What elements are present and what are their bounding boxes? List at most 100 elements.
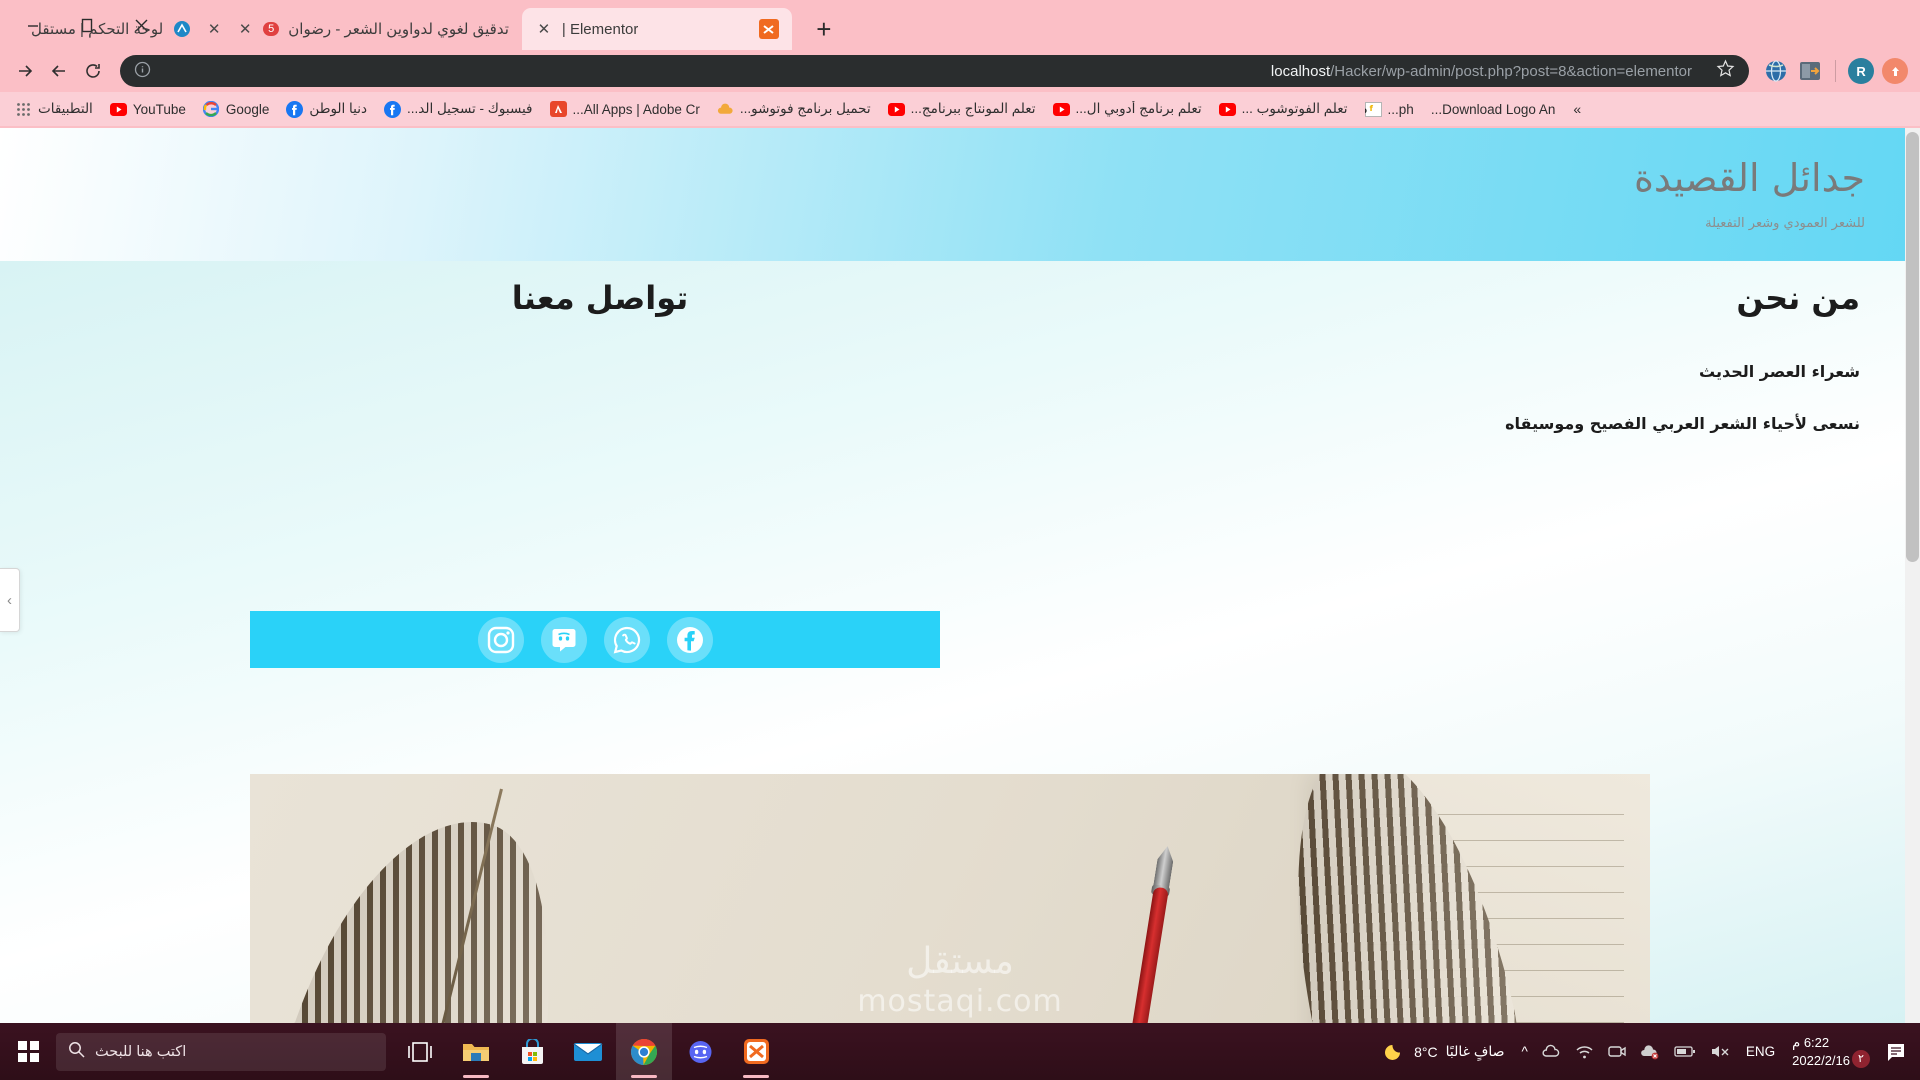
page-viewport: جدائل القصيدة للشعر العمودي وشعر التفعيل… bbox=[0, 128, 1920, 1023]
taskbar-clock[interactable]: 6:22 م 2022/2/16 bbox=[1782, 1023, 1860, 1080]
bookmark-youtube[interactable]: YouTube bbox=[103, 98, 193, 121]
notification-badge: ٢ bbox=[1852, 1049, 1870, 1068]
chrome-icon[interactable] bbox=[616, 1023, 672, 1080]
chrome-browser-window: لوحة التحكم | مستقل ✕ تدقيق لغوي لدواوين… bbox=[0, 0, 1920, 1023]
onedrive-icon[interactable] bbox=[1535, 1023, 1568, 1080]
clock-date: 2022/2/16 bbox=[1792, 1052, 1850, 1068]
microsoft-store-icon[interactable] bbox=[504, 1023, 560, 1080]
volume-muted-icon[interactable] bbox=[1703, 1023, 1739, 1080]
facebook-icon[interactable] bbox=[666, 616, 713, 663]
bookmark-dunia-alwatan[interactable]: دنيا الوطن bbox=[279, 98, 374, 121]
tab-title: Elementor | bbox=[561, 20, 639, 38]
start-button[interactable] bbox=[0, 1023, 56, 1080]
bookmark-google[interactable]: Google bbox=[196, 98, 277, 121]
notification-center-button[interactable]: ٢ bbox=[1852, 1023, 1920, 1080]
tab-mostaql-dashboard[interactable]: لوحة التحكم | مستقل bbox=[18, 8, 205, 50]
bookmark-adobe-tutorial[interactable]: تعلم برنامج أدوبي ال... bbox=[1046, 98, 1209, 121]
wifi-icon[interactable] bbox=[1568, 1023, 1601, 1080]
bookmark-ph[interactable]: pf ph... bbox=[1358, 98, 1421, 121]
address-bar[interactable]: localhost/Hacker/wp-admin/post.php?post=… bbox=[120, 55, 1749, 87]
page-info-icon[interactable] bbox=[134, 61, 151, 82]
tab-taswiq-article[interactable]: تدقيق لغوي لدواوين الشعر - رضوان 5 ✕ bbox=[223, 8, 522, 50]
url-host: localhost bbox=[1270, 62, 1331, 80]
whatsapp-icon[interactable] bbox=[603, 616, 650, 663]
bookmark-photoshop-download[interactable]: تحميل برنامج فوتوشو... bbox=[710, 98, 878, 121]
google-icon bbox=[203, 101, 220, 118]
battery-icon[interactable] bbox=[1667, 1023, 1703, 1080]
bookmark-label: ph... bbox=[1387, 101, 1414, 117]
moon-icon bbox=[1384, 1039, 1406, 1064]
bookmark-label: التطبيقات bbox=[38, 101, 93, 116]
bookmark-label: تعلم الفوتوشوب ... bbox=[1241, 101, 1348, 116]
instagram-icon[interactable] bbox=[477, 616, 524, 663]
mail-icon[interactable] bbox=[560, 1023, 616, 1080]
page-scrollbar-track[interactable] bbox=[1905, 128, 1920, 1023]
translate-extension-icon[interactable] bbox=[1795, 56, 1825, 86]
about-line-1: شعراء العصر الحديث bbox=[1699, 362, 1860, 381]
facebook-icon bbox=[286, 100, 304, 118]
tab-badge: 5 bbox=[263, 22, 280, 36]
xampp-icon[interactable] bbox=[728, 1023, 784, 1080]
file-explorer-icon[interactable] bbox=[448, 1023, 504, 1080]
page-title: جدائل القصيدة bbox=[1633, 156, 1865, 200]
page-content: من نحن شعراء العصر الحديث نسعى لأحياء ال… bbox=[0, 261, 1920, 1023]
elementor-panel-handle[interactable]: › bbox=[0, 568, 20, 632]
bookmark-label: All Apps | Adobe Cr... bbox=[572, 101, 700, 117]
cloud-sync-icon[interactable] bbox=[1633, 1023, 1667, 1080]
windows-logo-icon bbox=[17, 1041, 39, 1062]
url-text: localhost/Hacker/wp-admin/post.php?post=… bbox=[161, 63, 1706, 80]
about-heading: من نحن bbox=[1736, 279, 1860, 317]
svg-text:f: f bbox=[1369, 104, 1373, 113]
tab-close-icon[interactable]: ✕ bbox=[535, 20, 553, 38]
bookmark-download-logo[interactable]: Download Logo An... bbox=[1424, 99, 1563, 120]
search-placeholder: اكتب هنا للبحث bbox=[95, 1043, 187, 1060]
bookmark-photoshop-tutorial[interactable]: تعلم الفوتوشوب ... bbox=[1212, 98, 1355, 121]
tab-close-icon[interactable]: ✕ bbox=[236, 20, 254, 38]
camera-icon[interactable] bbox=[1601, 1023, 1633, 1080]
facebook-icon bbox=[384, 100, 401, 118]
site-subtitle: للشعر العمودي وشعر التفعيلة bbox=[1705, 216, 1865, 231]
discord-icon[interactable] bbox=[540, 616, 587, 663]
back-arrow-icon[interactable] bbox=[44, 56, 74, 86]
tab-title: تدقيق لغوي لدواوين الشعر - رضوان bbox=[288, 21, 509, 38]
bookmark-facebook-login[interactable]: فيسبوك - تسجيل الد... bbox=[377, 98, 540, 121]
browser-toolbar: localhost/Hacker/wp-admin/post.php?post=… bbox=[0, 50, 1920, 92]
new-tab-button[interactable]: + bbox=[806, 11, 842, 47]
about-section: من نحن شعراء العصر الحديث نسعى لأحياء ال… bbox=[1220, 279, 1860, 433]
language-indicator[interactable]: ENG bbox=[1739, 1023, 1782, 1080]
bookmark-montage-tutorial[interactable]: تعلم المونتاج ببرنامج... bbox=[881, 98, 1043, 121]
r-extension-icon[interactable]: R bbox=[1846, 56, 1876, 86]
bookmark-apps[interactable]: التطبيقات bbox=[8, 98, 100, 121]
taskbar-search-input[interactable]: اكتب هنا للبحث bbox=[56, 1032, 386, 1071]
tab-elementor[interactable]: Elementor | ✕ bbox=[521, 8, 792, 50]
weather-widget[interactable]: 8°C صافٍ غالبًا bbox=[1374, 1039, 1514, 1064]
bookmark-adobe-allapps[interactable]: All Apps | Adobe Cr... bbox=[543, 98, 707, 121]
tab-strip: لوحة التحكم | مستقل ✕ تدقيق لغوي لدواوين… bbox=[0, 0, 1920, 50]
toolbar-divider bbox=[1835, 60, 1836, 82]
bookmarks-overflow-icon[interactable]: » bbox=[1565, 101, 1589, 117]
adobe-cloud-icon bbox=[717, 101, 734, 118]
forward-arrow-icon[interactable] bbox=[10, 56, 40, 86]
weather-text: صافٍ غالبًا bbox=[1445, 1043, 1505, 1059]
taskbar-app-buttons bbox=[392, 1023, 784, 1080]
reload-icon[interactable] bbox=[78, 56, 108, 86]
youtube-icon bbox=[887, 101, 905, 118]
youtube-icon bbox=[1052, 101, 1070, 118]
adobe-icon bbox=[549, 101, 567, 118]
svg-text:p: p bbox=[1365, 106, 1367, 115]
discord-icon[interactable] bbox=[672, 1023, 728, 1080]
url-path: /Hacker/wp-admin/post.php?post=8&action=… bbox=[1330, 62, 1692, 80]
bookmark-star-icon[interactable] bbox=[1716, 59, 1735, 83]
world-extension-icon[interactable] bbox=[1761, 56, 1791, 86]
task-view-icon[interactable] bbox=[392, 1023, 448, 1080]
upload-extension-icon[interactable] bbox=[1880, 56, 1910, 86]
page-scrollbar-thumb[interactable] bbox=[1906, 132, 1919, 562]
bookmark-label: تحميل برنامج فوتوشو... bbox=[739, 101, 871, 116]
contact-section: تواصل معنا bbox=[250, 279, 950, 317]
tab-close-icon[interactable]: ✕ bbox=[205, 20, 223, 38]
contact-heading: تواصل معنا bbox=[511, 279, 689, 317]
youtube-icon bbox=[1218, 101, 1236, 118]
bookmark-label: تعلم برنامج أدوبي ال... bbox=[1075, 101, 1202, 116]
system-tray: 8°C صافٍ غالبًا ^ ENG 6:22 م 2022/2/16 ٢ bbox=[1374, 1023, 1920, 1080]
tray-overflow-chevron-icon[interactable]: ^ bbox=[1515, 1023, 1535, 1080]
